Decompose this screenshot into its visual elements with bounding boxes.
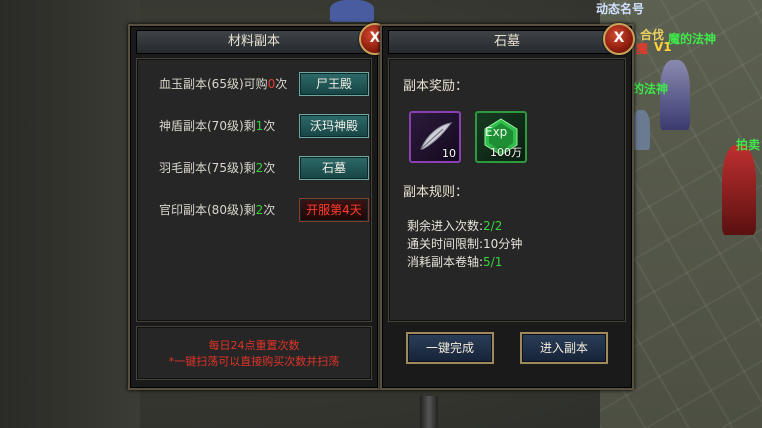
scene-player-name: 魔的法神 — [668, 32, 717, 46]
scene-player-tag: V1 — [654, 40, 672, 54]
rule-value: 2/2 — [483, 219, 503, 233]
panel-title: 石墓 — [388, 30, 626, 54]
dungeon-button-woma-temple[interactable]: 沃玛神殿 — [299, 114, 369, 138]
scene-character — [722, 145, 756, 235]
rule-label: 消耗副本卷轴: — [407, 255, 484, 269]
dungeon-button-locked-day4[interactable]: 开服第4天 — [299, 198, 369, 222]
scene-pillar — [420, 396, 438, 428]
reward-count: 100万 — [490, 146, 522, 159]
row-label: 官印副本(80级)剩 — [159, 203, 256, 217]
rules-title: 副本规则： — [403, 185, 469, 200]
dungeon-info-box: 副本奖励： 10 Exp 100万 副本规则： 剩余进入次数:2/2 通关时间限… — [388, 58, 626, 322]
reset-notice: 每日24点重置次数 — [208, 339, 300, 352]
dungeon-button-stone-tomb[interactable]: 石墓 — [299, 156, 369, 180]
quick-complete-button[interactable]: 一键完成 — [406, 332, 494, 364]
reward-slot-feather[interactable]: 10 — [409, 111, 461, 163]
rule-entries-left: 剩余进入次数:2/2 — [407, 217, 502, 234]
rule-time-limit: 通关时间限制:10分钟 — [407, 235, 522, 252]
exp-label: Exp — [485, 125, 508, 139]
scene-character — [330, 0, 374, 22]
row-label: 神盾副本(70级)剩 — [159, 119, 256, 133]
notice-box: 每日24点重置次数 *一键扫荡可以直接购买次数并扫荡 — [136, 326, 372, 380]
row-suffix: 次 — [263, 203, 276, 217]
dungeon-button-corpse-king-hall[interactable]: 尸王殿 — [299, 72, 369, 96]
row-label: 羽毛副本(75级)剩 — [159, 161, 256, 175]
scene-player-name-2: 的法神 — [632, 82, 669, 96]
rule-value: 10分钟 — [483, 237, 523, 251]
row-suffix: 次 — [263, 161, 276, 175]
scene-top-text: 动态名号 — [596, 2, 645, 16]
material-dungeon-panel: 材料副本 血玉副本(65级)可购0次 尸王殿 神盾副本(70级)剩1次 沃玛神殿… — [128, 24, 380, 390]
rule-scroll-cost: 消耗副本卷轴:5/1 — [407, 253, 502, 270]
row-suffix: 次 — [275, 77, 288, 91]
scene-character — [632, 110, 650, 150]
row-label: 血玉副本(65级)可购 — [159, 77, 268, 91]
rule-value: 5/1 — [483, 255, 503, 269]
reward-slot-exp[interactable]: Exp 100万 — [475, 111, 527, 163]
sweep-notice: *一键扫荡可以直接购买次数并扫荡 — [168, 355, 340, 368]
scene-player-prefix: 魔 — [636, 42, 649, 56]
scene-shadow — [0, 0, 140, 428]
stone-tomb-panel: 石墓 副本奖励： 10 Exp 100万 副本规则： 剩余进入次数:2/2 通关… — [380, 24, 634, 390]
scene-edge-text: 拍卖 — [736, 138, 761, 152]
close-right-panel-button[interactable]: X — [603, 23, 635, 55]
row-suffix: 次 — [263, 119, 276, 133]
rule-label: 剩余进入次数: — [407, 219, 484, 233]
dungeon-list: 血玉副本(65级)可购0次 尸王殿 神盾副本(70级)剩1次 沃玛神殿 羽毛副本… — [136, 58, 372, 322]
reward-count: 10 — [442, 147, 456, 160]
reward-title: 副本奖励： — [403, 79, 469, 94]
rule-label: 通关时间限制: — [407, 237, 484, 251]
enter-dungeon-button[interactable]: 进入副本 — [520, 332, 608, 364]
panel-title: 材料副本 — [136, 30, 372, 54]
